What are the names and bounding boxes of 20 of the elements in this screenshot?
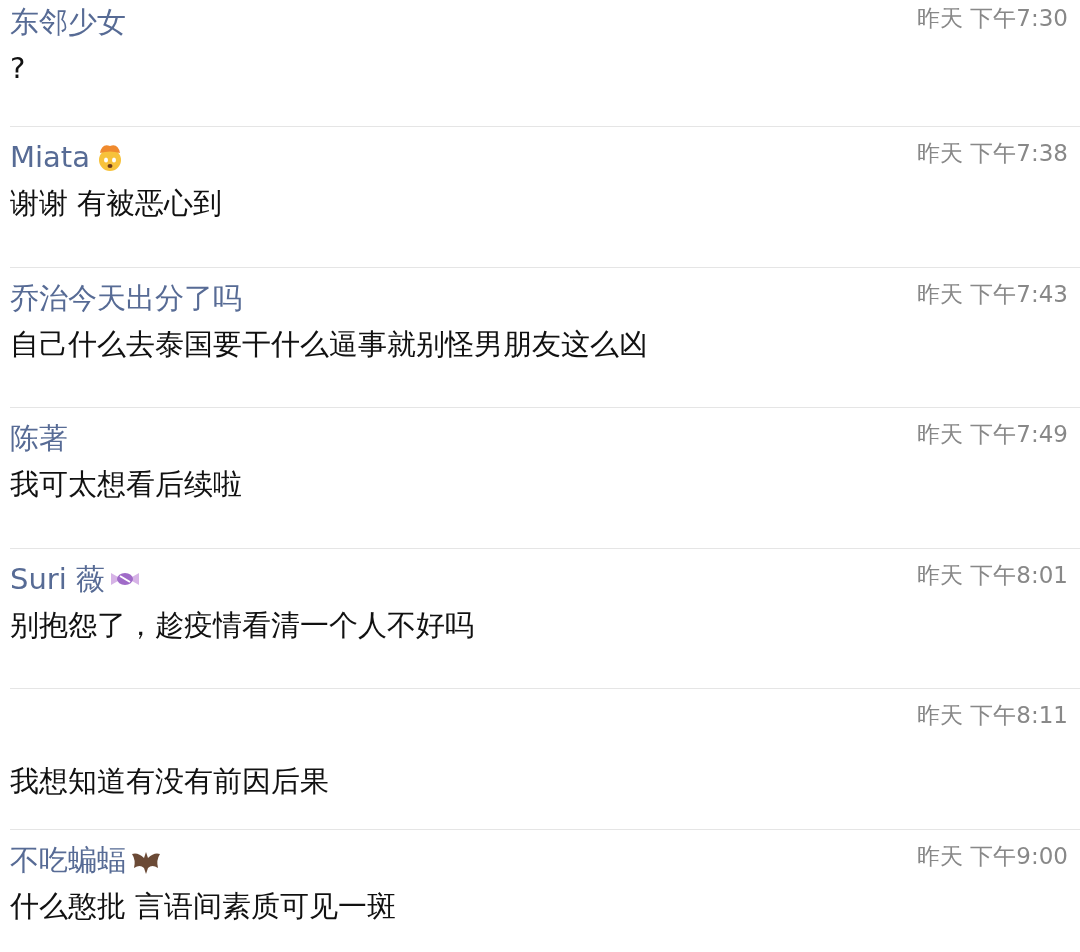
timestamp: 昨天 下午7:30	[917, 4, 1068, 33]
comment-text: 我想知道有没有前因后果	[10, 763, 330, 800]
timestamp: 昨天 下午7:38	[917, 139, 1068, 168]
comment-text: ?	[10, 50, 27, 87]
author-name[interactable]: Suri 薇	[10, 556, 105, 601]
comment-text: 什么憨批 言语间素质可见一斑	[10, 887, 398, 925]
timestamp: 昨天 下午8:11	[917, 701, 1068, 730]
comment-text: 别抱怨了，趁疫情看清一个人不好吗	[10, 606, 475, 644]
timestamp: 昨天 下午9:00	[917, 841, 1068, 871]
timestamp: 昨天 下午8:01	[917, 560, 1068, 590]
comment-text: 谢谢 有被恶心到	[10, 185, 224, 222]
comment-text: 自己什么去泰国要干什么逼事就别怪男朋友这么凶	[10, 325, 649, 363]
timestamp: 昨天 下午7:43	[917, 279, 1068, 309]
author-name[interactable]: 陈著	[10, 416, 68, 460]
comment-text: 我可太想看后续啦	[10, 466, 243, 503]
author-name[interactable]: Miata	[10, 135, 90, 179]
author-name[interactable]: 东邻少女	[10, 0, 126, 44]
author-name[interactable]: 不吃蝙蝠	[10, 837, 126, 882]
author-name[interactable]: 乔治今天出分了吗	[10, 275, 242, 320]
timestamp: 昨天 下午7:49	[917, 420, 1068, 449]
